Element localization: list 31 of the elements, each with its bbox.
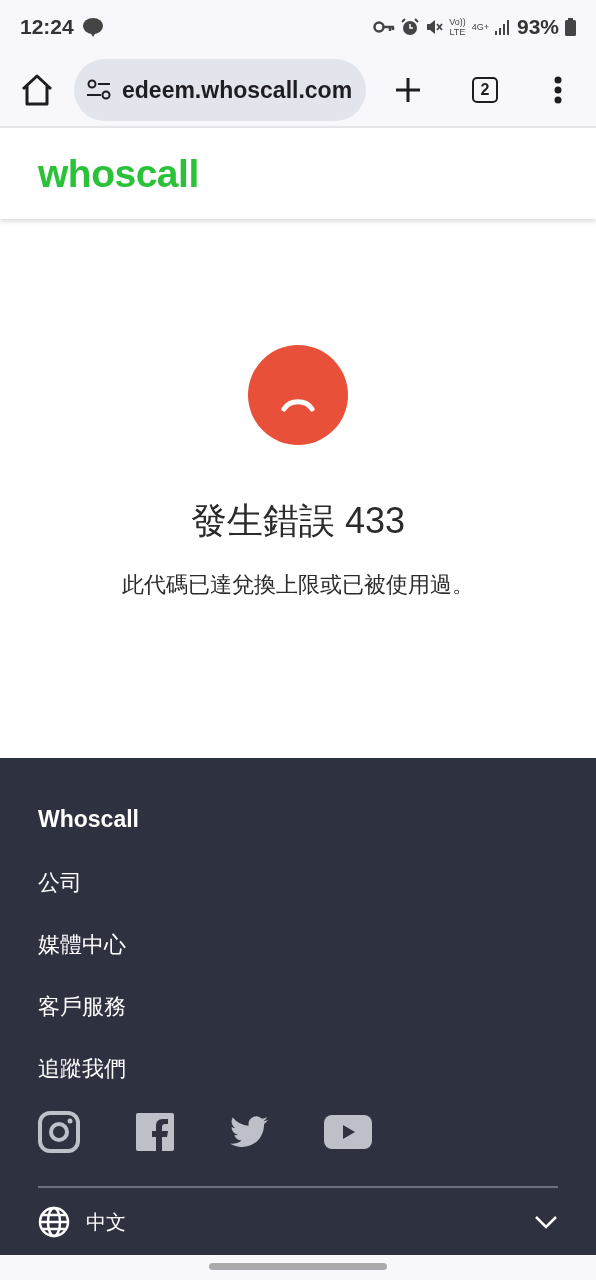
alarm-icon xyxy=(401,18,420,36)
volte-label: Vo)) LTE xyxy=(449,17,466,37)
chevron-down-icon[interactable] xyxy=(534,1215,558,1229)
facebook-icon[interactable] xyxy=(136,1113,174,1151)
footer-link[interactable]: 客戶服務 xyxy=(38,992,558,1020)
error-title: 發生錯誤 433 xyxy=(190,499,406,543)
language-label[interactable]: 中文 xyxy=(86,1208,518,1236)
footer-link[interactable]: 媒體中心 xyxy=(38,930,558,958)
site-settings-icon[interactable] xyxy=(86,79,112,101)
error-message: 此代碼已達兌換上限或已被使用過。 xyxy=(122,571,474,599)
bird-icon[interactable] xyxy=(230,1116,268,1148)
globe-icon[interactable] xyxy=(38,1206,70,1238)
home-icon[interactable] xyxy=(20,74,54,106)
more-icon[interactable] xyxy=(554,76,562,104)
new-tab-icon[interactable] xyxy=(394,76,422,104)
follow-label: 追蹤我們 xyxy=(38,1055,127,1082)
footer-link[interactable]: 公司 xyxy=(38,868,558,896)
mute-icon xyxy=(425,18,444,36)
clock-time: 12:24 xyxy=(20,15,74,39)
battery-icon xyxy=(565,18,576,36)
sad-face-icon xyxy=(248,345,348,445)
tab-count[interactable]: 2 xyxy=(472,77,498,103)
footer-heading: Whoscall xyxy=(38,806,140,834)
address-bar[interactable]: edeem.whoscall.com xyxy=(74,59,366,121)
battery-percent: 93% xyxy=(516,15,559,39)
network-type: 4G+ xyxy=(471,22,489,32)
signal-icon xyxy=(494,19,511,35)
play-icon[interactable] xyxy=(324,1115,372,1149)
key-icon xyxy=(373,21,396,33)
chat-bubble-icon xyxy=(81,17,104,37)
instagram-icon[interactable] xyxy=(38,1111,80,1153)
